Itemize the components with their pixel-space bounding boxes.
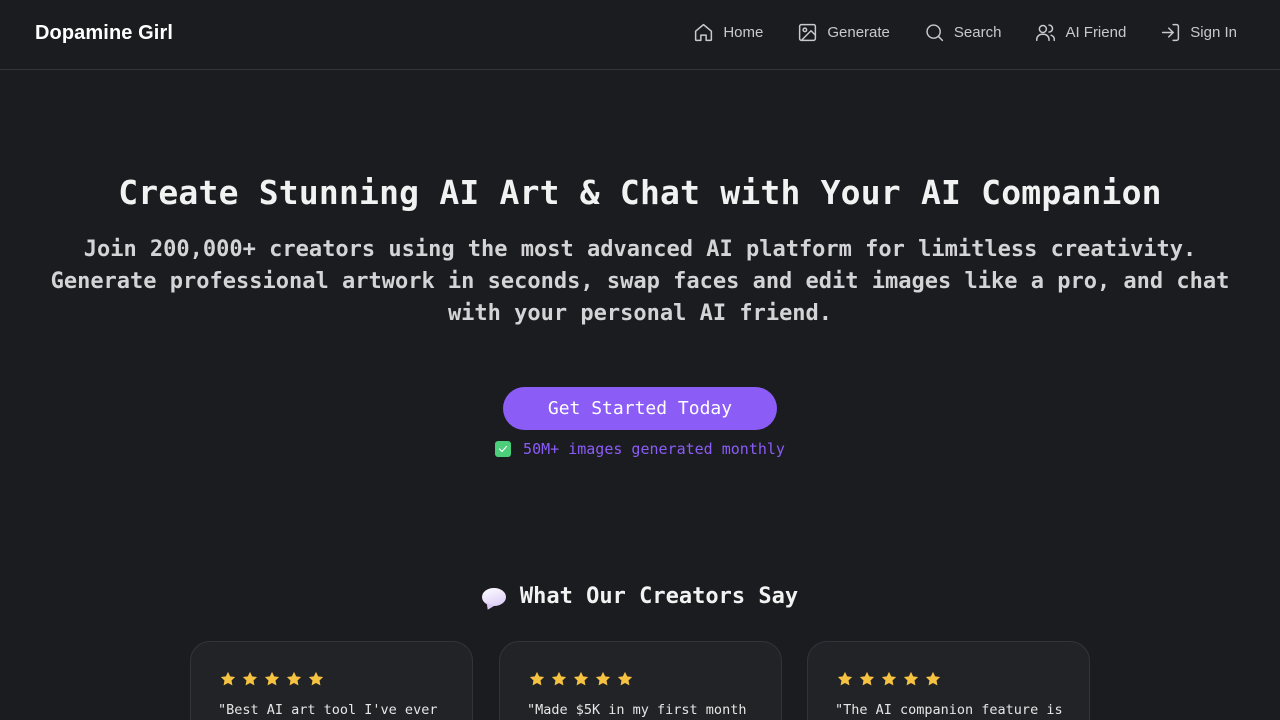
star-icon xyxy=(616,670,634,688)
star-icon xyxy=(858,670,876,688)
star-icon xyxy=(836,670,854,688)
hero-subtitle: Join 200,000+ creators using the most ad… xyxy=(50,237,1230,326)
nav-sign-in-label: Sign In xyxy=(1190,24,1237,41)
site-header: Dopamine Girl Home Generate Search AI Fr… xyxy=(0,0,1280,70)
testimonial-quote: "Best AI art tool I've ever xyxy=(218,702,438,718)
brand-logo[interactable]: Dopamine Girl xyxy=(35,22,173,45)
speech-bubble-icon xyxy=(481,587,506,606)
image-icon xyxy=(799,23,817,42)
testimonials-title: What Our Creators Say xyxy=(519,584,799,609)
testimonial-quote: "Made $5K in my first month xyxy=(527,702,747,718)
star-icon xyxy=(594,670,612,688)
usage-stat-text: 50M+ images generated monthly xyxy=(523,440,785,458)
star-icon xyxy=(219,670,237,688)
sign-in-icon xyxy=(1162,23,1180,42)
star-icon xyxy=(528,670,546,688)
testimonial-card: "Made $5K in my first month xyxy=(499,641,782,720)
hero-title: Create Stunning AI Art & Chat with Your … xyxy=(118,173,1162,212)
testimonial-card: "The AI companion feature is xyxy=(807,641,1090,720)
nav-search-label: Search xyxy=(953,24,1002,41)
users-icon xyxy=(1036,24,1056,42)
star-rating xyxy=(836,670,942,688)
star-icon xyxy=(307,670,325,688)
nav-home[interactable]: Home xyxy=(693,22,763,43)
nav-ai-friend-label: AI Friend xyxy=(1065,24,1127,41)
star-icon xyxy=(880,670,898,688)
nav-ai-friend[interactable]: AI Friend xyxy=(1035,22,1126,43)
nav-home-label: Home xyxy=(723,24,764,41)
testimonial-quote: "The AI companion feature is xyxy=(835,702,1063,718)
nav-generate-label: Generate xyxy=(827,24,890,41)
star-icon xyxy=(572,670,590,688)
nav-sign-in[interactable]: Sign In xyxy=(1160,22,1237,43)
home-icon xyxy=(695,23,713,42)
main-nav: Home Generate Search AI Friend Sign In xyxy=(693,22,1237,43)
star-icon xyxy=(285,670,303,688)
nav-generate[interactable]: Generate xyxy=(797,22,890,43)
search-icon xyxy=(926,24,944,42)
star-icon xyxy=(902,670,920,688)
star-icon xyxy=(550,670,568,688)
star-icon xyxy=(241,670,259,688)
usage-stat: 50M+ images generated monthly xyxy=(0,440,1280,458)
get-started-button[interactable]: Get Started Today xyxy=(503,387,777,430)
star-icon xyxy=(263,670,281,688)
nav-search[interactable]: Search xyxy=(924,22,1002,43)
star-rating xyxy=(219,670,325,688)
testimonials-heading: What Our Creators Say xyxy=(0,584,1280,609)
star-icon xyxy=(924,670,942,688)
check-icon xyxy=(495,441,512,457)
testimonial-card: "Best AI art tool I've ever xyxy=(190,641,473,720)
star-rating xyxy=(528,670,634,688)
